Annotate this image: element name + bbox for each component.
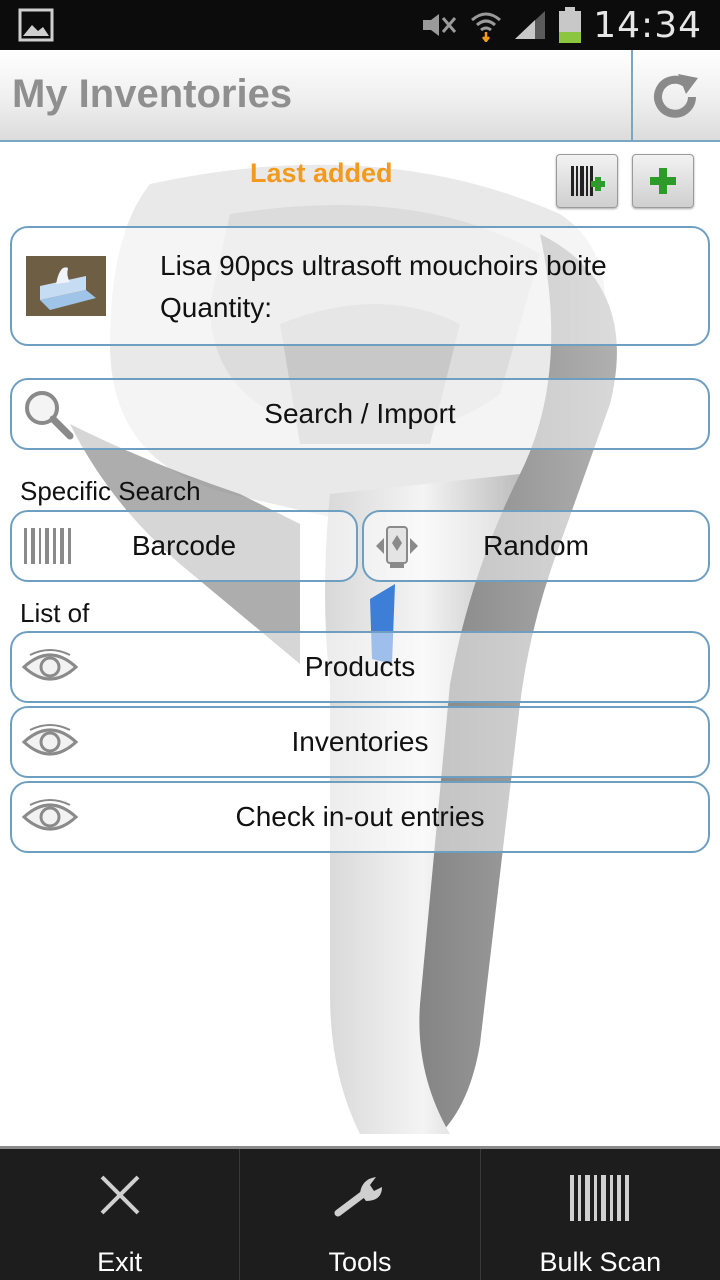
random-button[interactable]: Random xyxy=(362,510,710,582)
products-label: Products xyxy=(304,651,416,682)
check-in-out-entries-label: Check in-out entries xyxy=(235,801,485,832)
page-title: My Inventories xyxy=(12,72,293,116)
eye-icon xyxy=(21,649,79,681)
products-button[interactable]: Products xyxy=(10,631,710,703)
list-of-heading: List of xyxy=(20,598,90,628)
product-name: Lisa 90pcs ultrasoft mouchoirs boite xyxy=(160,250,607,281)
check-in-out-entries-button[interactable]: Check in-out entries xyxy=(10,781,710,853)
inventories-button[interactable]: Inventories xyxy=(10,706,710,778)
last-added-label: Last added xyxy=(250,158,393,188)
magnifier-icon xyxy=(25,391,74,440)
close-icon xyxy=(100,1175,140,1215)
inventories-label: Inventories xyxy=(291,726,429,757)
eye-icon xyxy=(21,799,79,831)
search-import-button[interactable]: Search / Import xyxy=(10,378,710,450)
exit-button[interactable]: Exit xyxy=(0,1149,241,1280)
battery-icon xyxy=(559,7,582,43)
scan-add-button[interactable] xyxy=(556,154,618,208)
status-bar: 14:34 xyxy=(0,0,720,50)
bulk-scan-label: Bulk Scan xyxy=(539,1247,662,1277)
tools-button[interactable]: Tools xyxy=(240,1149,481,1280)
action-bar-divider xyxy=(631,50,633,140)
search-import-label: Search / Import xyxy=(264,398,456,429)
wrench-icon xyxy=(334,1177,382,1217)
barcode-button[interactable]: Barcode xyxy=(10,510,358,582)
signal-icon xyxy=(515,11,546,39)
product-thumbnail xyxy=(26,256,106,316)
exit-label: Exit xyxy=(97,1247,143,1277)
tools-label: Tools xyxy=(328,1247,392,1277)
main-content: Last added Lisa 90pcs ultrasoft mouchoir… xyxy=(0,144,720,1146)
random-label: Random xyxy=(483,530,589,561)
specific-search-heading: Specific Search xyxy=(20,476,201,506)
shuffle-card-icon xyxy=(376,526,418,568)
clock: 14:34 xyxy=(593,4,702,46)
wifi-icon xyxy=(471,12,502,42)
bulk-scan-button[interactable]: Bulk Scan xyxy=(481,1149,720,1280)
bottom-action-bar: Exit Tools Bulk Scan xyxy=(0,1146,720,1280)
add-button[interactable] xyxy=(632,154,694,208)
barcode-icon xyxy=(570,1175,630,1221)
mute-icon xyxy=(423,14,457,36)
eye-icon xyxy=(21,724,79,756)
barcode-label: Barcode xyxy=(131,530,237,561)
barcode-icon xyxy=(24,528,71,564)
last-added-product-card[interactable]: Lisa 90pcs ultrasoft mouchoirs boite Qua… xyxy=(10,226,710,346)
action-bar: My Inventories xyxy=(0,50,720,142)
plus-icon xyxy=(650,168,676,194)
gallery-icon xyxy=(18,8,54,42)
barcode-add-icon xyxy=(571,166,605,196)
refresh-icon[interactable] xyxy=(648,70,704,124)
product-quantity: Quantity: xyxy=(160,292,273,323)
